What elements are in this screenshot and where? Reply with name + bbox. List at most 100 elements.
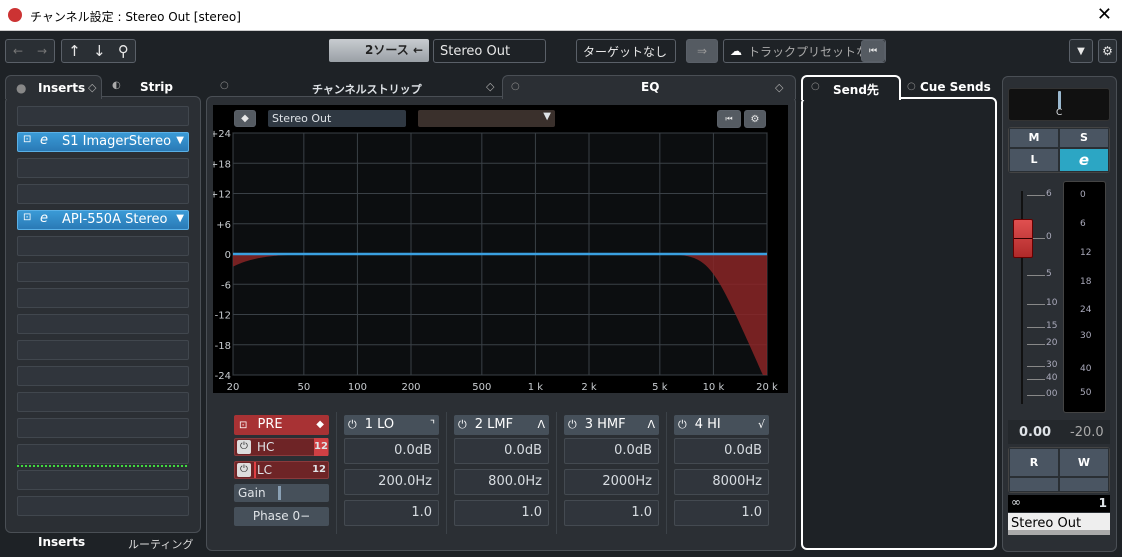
- band-gain-field[interactable]: 0.0dB: [564, 438, 659, 464]
- tab-inserts[interactable]: ● Inserts ◇: [5, 75, 102, 99]
- band-power-icon[interactable]: ⏻: [678, 418, 687, 431]
- volume-value[interactable]: 0.00: [1019, 425, 1051, 440]
- channel-name-field[interactable]: Stereo Out: [433, 39, 546, 63]
- lc-slider-handle[interactable]: [254, 462, 256, 478]
- edit-button[interactable]: e: [1059, 147, 1109, 172]
- pre-section-header[interactable]: ⊡ PRE ◆: [234, 415, 329, 435]
- low-cut-control[interactable]: ⏻ LC 12: [234, 461, 329, 479]
- up-button[interactable]: ↑: [68, 42, 81, 60]
- tab-send[interactable]: ○ Send先: [801, 75, 901, 100]
- band-freq-field[interactable]: 8000Hz: [674, 469, 769, 495]
- band-q-field[interactable]: 1.0: [564, 500, 659, 526]
- band-gain-field[interactable]: 0.0dB: [454, 438, 549, 464]
- insert-slot[interactable]: [17, 314, 189, 334]
- level-meter: [1063, 181, 1106, 413]
- eq-curve-chart[interactable]: 20 50 100 200 500 1 k 2 k 5 k 10 k 20 k +24 +18 +12 +…: [213, 125, 788, 393]
- eq-bypass-icon[interactable]: ◇: [775, 81, 783, 94]
- eq-band-header[interactable]: ⏻ 4 HI √: [674, 415, 769, 435]
- tab-strip[interactable]: Strip: [140, 80, 173, 94]
- insert-slot[interactable]: [17, 366, 189, 386]
- gain-slider-handle[interactable]: [278, 486, 281, 500]
- active-dot-icon: ●: [16, 81, 27, 95]
- preset-reset-button[interactable]: ⏮: [861, 40, 885, 62]
- strip-bypass-icon[interactable]: ◇: [486, 80, 494, 93]
- insert-slot[interactable]: ⊡ e S1 ImagerStereo ▼: [17, 132, 189, 152]
- tab-channel-strip[interactable]: チャンネルストリップ: [312, 81, 422, 97]
- search-icon[interactable]: ⚲: [118, 42, 129, 60]
- insert-slot[interactable]: [17, 444, 189, 464]
- channel-name-label[interactable]: Stereo Out: [1008, 513, 1110, 535]
- hc-slope[interactable]: 12: [314, 438, 328, 456]
- insert-bypass-icon[interactable]: ⊡: [23, 134, 31, 145]
- band-power-icon[interactable]: ⏻: [348, 418, 357, 431]
- insert-slot[interactable]: [17, 392, 189, 412]
- down-button[interactable]: ↓: [93, 42, 106, 60]
- insert-edit-icon[interactable]: e: [40, 211, 48, 226]
- band-power-icon[interactable]: ⏻: [568, 418, 577, 431]
- solo-button[interactable]: S: [1059, 128, 1109, 148]
- band-q-field[interactable]: 1.0: [674, 500, 769, 526]
- pre-bypass-icon[interactable]: ◆: [316, 415, 324, 435]
- phase-button[interactable]: Phase 0−: [234, 507, 329, 526]
- gain-slider[interactable]: Gain: [234, 484, 329, 502]
- tab-eq[interactable]: ○ EQ ◇: [502, 75, 796, 99]
- band-freq-field[interactable]: 800.0Hz: [454, 469, 549, 495]
- band-shape-icon[interactable]: ᐱ: [537, 415, 545, 435]
- peak-value[interactable]: -20.0: [1070, 425, 1104, 440]
- menu-dropdown-button[interactable]: ▼: [1069, 39, 1093, 63]
- hc-power-icon[interactable]: ⏻: [237, 440, 251, 454]
- tab-routing[interactable]: ルーティング: [128, 536, 193, 552]
- close-button[interactable]: ✕: [1097, 4, 1112, 25]
- eq-band-header[interactable]: ⏻ 3 HMF ᐱ: [564, 415, 659, 435]
- band-q-field[interactable]: 1.0: [454, 500, 549, 526]
- high-cut-control[interactable]: ⏻ HC 12: [234, 438, 329, 456]
- insert-slot[interactable]: [17, 236, 189, 256]
- insert-slot[interactable]: [17, 288, 189, 308]
- pan-control[interactable]: C: [1008, 88, 1110, 121]
- eq-band-header[interactable]: ⏻ 2 LMF ᐱ: [454, 415, 549, 435]
- band-shape-icon[interactable]: √: [758, 415, 765, 435]
- band-gain-field[interactable]: 0.0dB: [344, 438, 439, 464]
- channel-config: ∞ 1: [1008, 495, 1110, 512]
- back-button[interactable]: ←: [13, 44, 23, 58]
- tab-inserts-bottom[interactable]: Inserts: [38, 535, 85, 549]
- band-freq-field[interactable]: 2000Hz: [564, 469, 659, 495]
- band-shape-icon[interactable]: ⌝: [430, 415, 435, 435]
- insert-slot[interactable]: [17, 496, 189, 516]
- eq-band-header[interactable]: ⏻ 1 LO ⌝: [344, 415, 439, 435]
- settings-gear-icon[interactable]: ⚙: [1098, 39, 1117, 63]
- band-freq-field[interactable]: 200.0Hz: [344, 469, 439, 495]
- band-gain-field[interactable]: 0.0dB: [674, 438, 769, 464]
- link-target-button[interactable]: ⇒: [686, 39, 718, 63]
- insert-slot[interactable]: [17, 106, 189, 126]
- band-power-icon[interactable]: ⏻: [458, 418, 467, 431]
- insert-slot[interactable]: ⊡ e API-550A Stereo ▼: [17, 210, 189, 230]
- fader-scale-label: 00: [1046, 389, 1058, 399]
- listen-button[interactable]: L: [1009, 147, 1059, 172]
- forward-button[interactable]: →: [37, 44, 47, 58]
- automation-empty-2[interactable]: [1059, 476, 1109, 492]
- read-button[interactable]: R: [1009, 448, 1059, 477]
- write-button[interactable]: W: [1059, 448, 1109, 477]
- target-selector[interactable]: ターゲットなし: [576, 39, 676, 63]
- bypass-icon[interactable]: ◇: [88, 81, 96, 94]
- lc-power-icon[interactable]: ⏻: [237, 463, 251, 477]
- insert-slot[interactable]: [17, 158, 189, 178]
- insert-slot[interactable]: [17, 470, 189, 490]
- insert-slot[interactable]: [17, 340, 189, 360]
- volume-fader-handle[interactable]: [1013, 219, 1033, 258]
- source-button[interactable]: 2ソース ←: [329, 39, 429, 62]
- insert-slot[interactable]: [17, 262, 189, 282]
- insert-slot[interactable]: [17, 418, 189, 438]
- band-shape-icon[interactable]: ᐱ: [647, 415, 655, 435]
- lc-slope[interactable]: 12: [312, 462, 326, 478]
- insert-bypass-icon[interactable]: ⊡: [23, 212, 31, 223]
- chevron-down-icon[interactable]: ▼: [176, 213, 184, 224]
- tab-cue-sends[interactable]: Cue Sends: [920, 80, 991, 94]
- mute-button[interactable]: M: [1009, 128, 1059, 148]
- insert-edit-icon[interactable]: e: [40, 133, 48, 148]
- insert-slot[interactable]: [17, 184, 189, 204]
- band-q-field[interactable]: 1.0: [344, 500, 439, 526]
- automation-empty-1[interactable]: [1009, 476, 1059, 492]
- chevron-down-icon[interactable]: ▼: [176, 135, 184, 146]
